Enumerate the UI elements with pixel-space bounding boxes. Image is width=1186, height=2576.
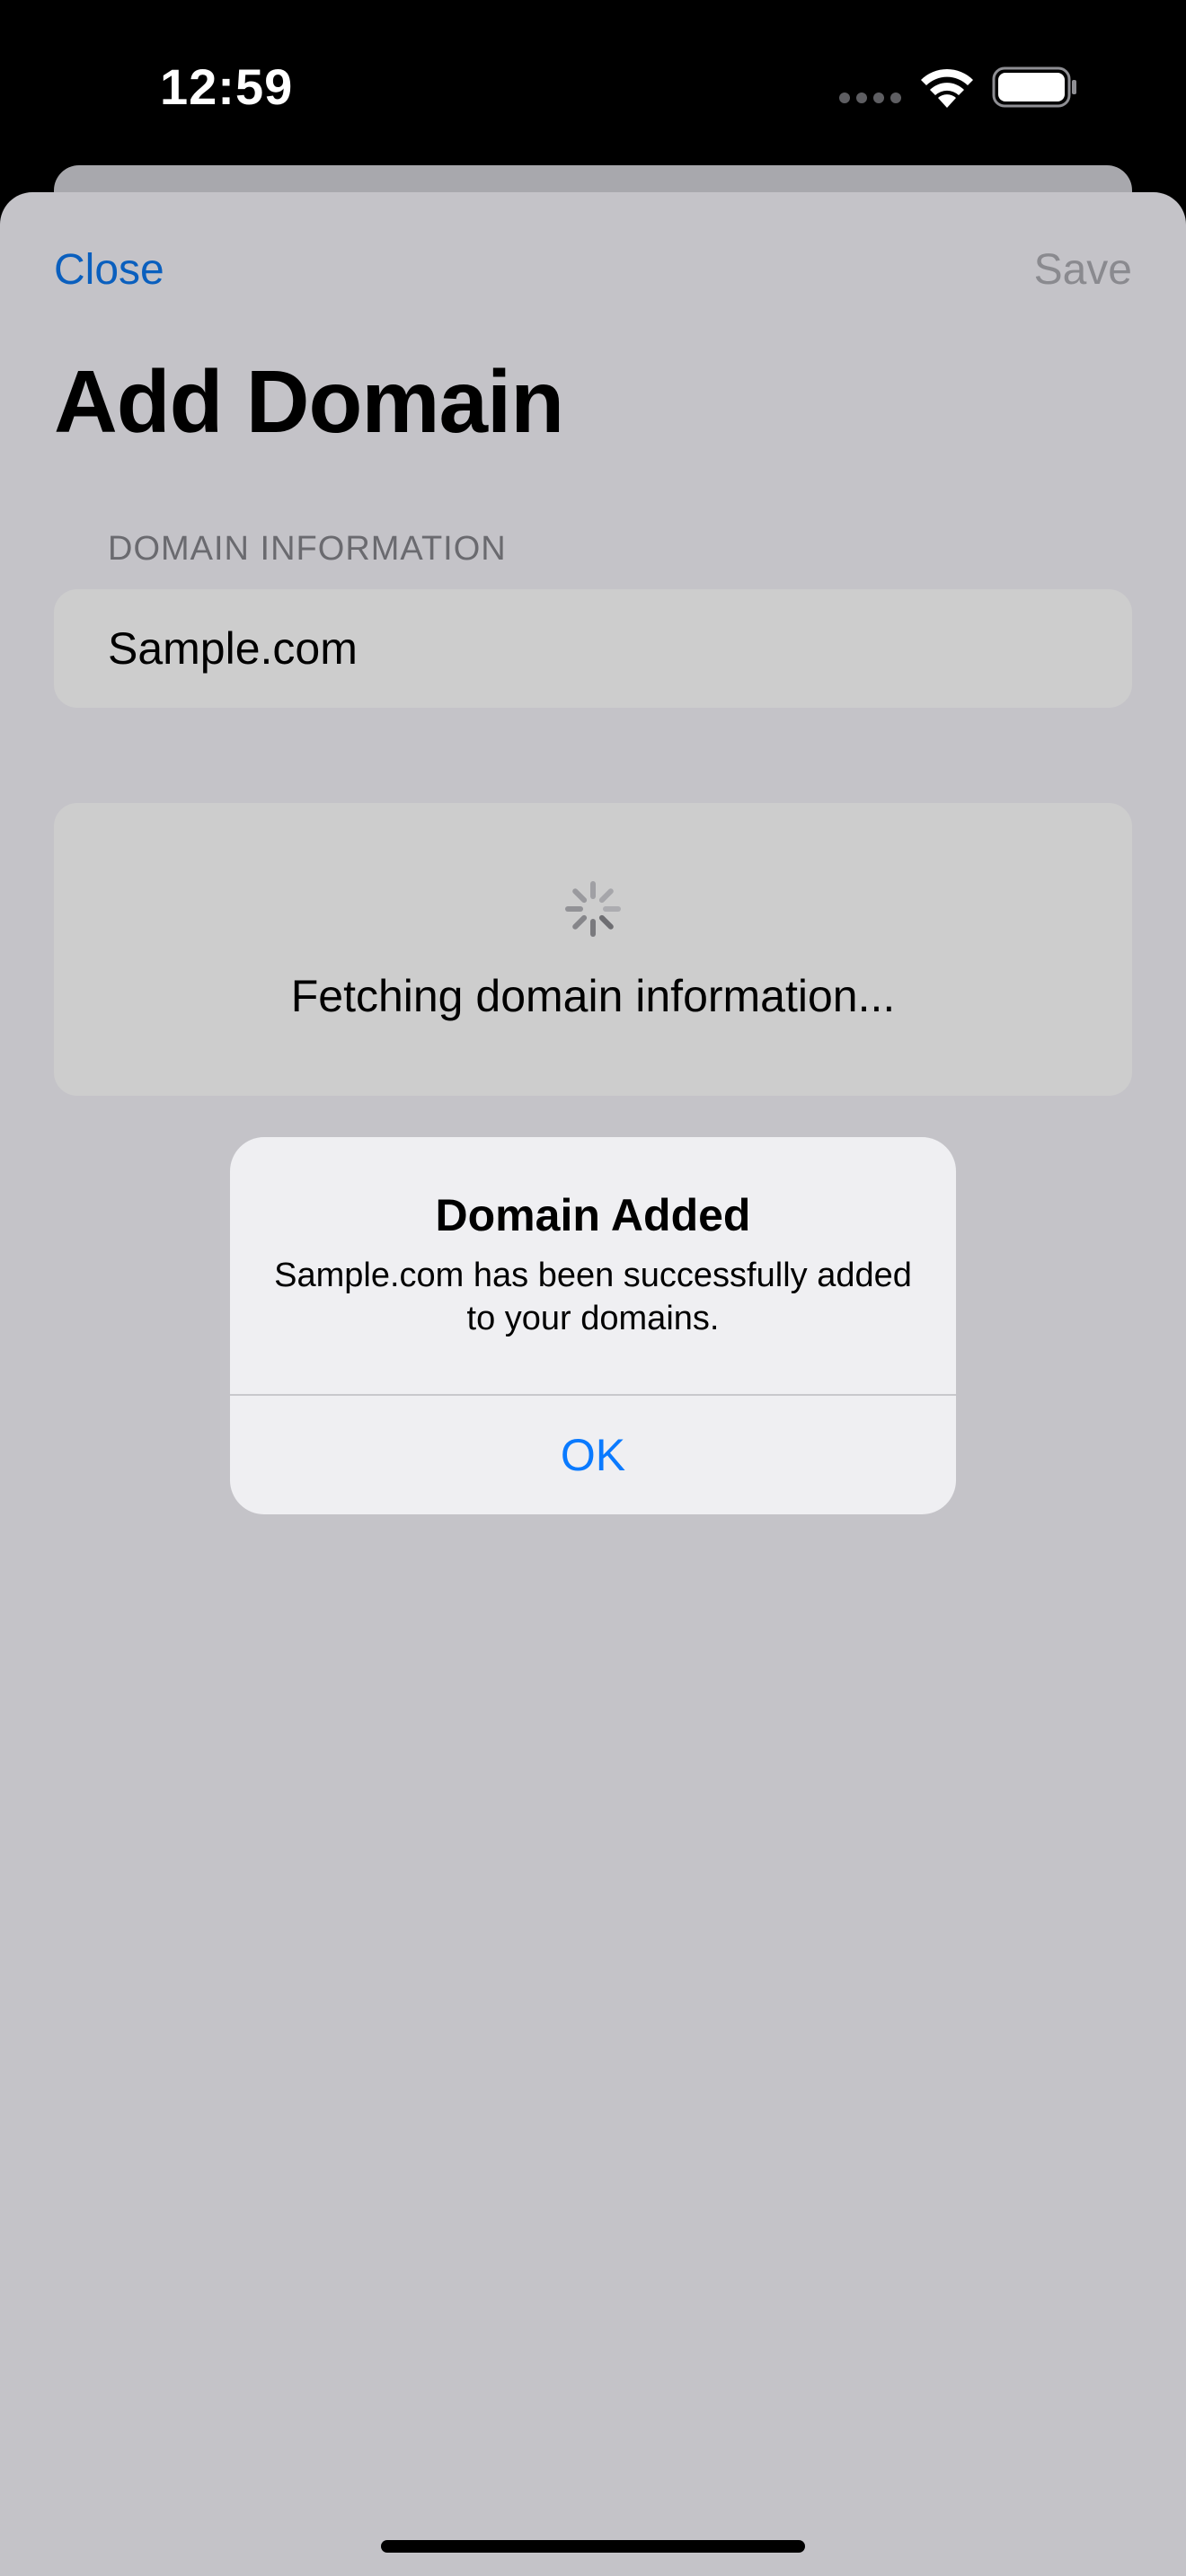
alert-message: Sample.com has been successfully added t… bbox=[274, 1257, 912, 1337]
fetch-status-card: Fetching domain information... bbox=[54, 803, 1132, 1096]
wifi-icon bbox=[921, 68, 973, 108]
close-button[interactable]: Close bbox=[54, 244, 164, 296]
page-title: Add Domain bbox=[54, 352, 564, 451]
fetch-status-text: Fetching domain information... bbox=[290, 971, 896, 1021]
battery-icon bbox=[992, 66, 1076, 108]
section-header-domain-information: DOMAIN INFORMATION bbox=[108, 530, 507, 568]
screen: 12:59 Close Save Add Domain DOMAIN INFOR… bbox=[0, 0, 1186, 2576]
ok-button[interactable]: OK bbox=[230, 1396, 956, 1514]
status-time: 12:59 bbox=[160, 58, 294, 115]
alert-title: Domain Added bbox=[435, 1190, 751, 1240]
save-button[interactable]: Save bbox=[1034, 244, 1132, 296]
cellular-dots-icon bbox=[839, 93, 902, 105]
home-indicator[interactable] bbox=[381, 2540, 805, 2553]
domain-input[interactable]: Sample.com bbox=[54, 589, 1132, 708]
spinner-icon bbox=[565, 881, 621, 937]
domain-added-alert: Domain Added Sample.com has been success… bbox=[230, 1137, 956, 1514]
